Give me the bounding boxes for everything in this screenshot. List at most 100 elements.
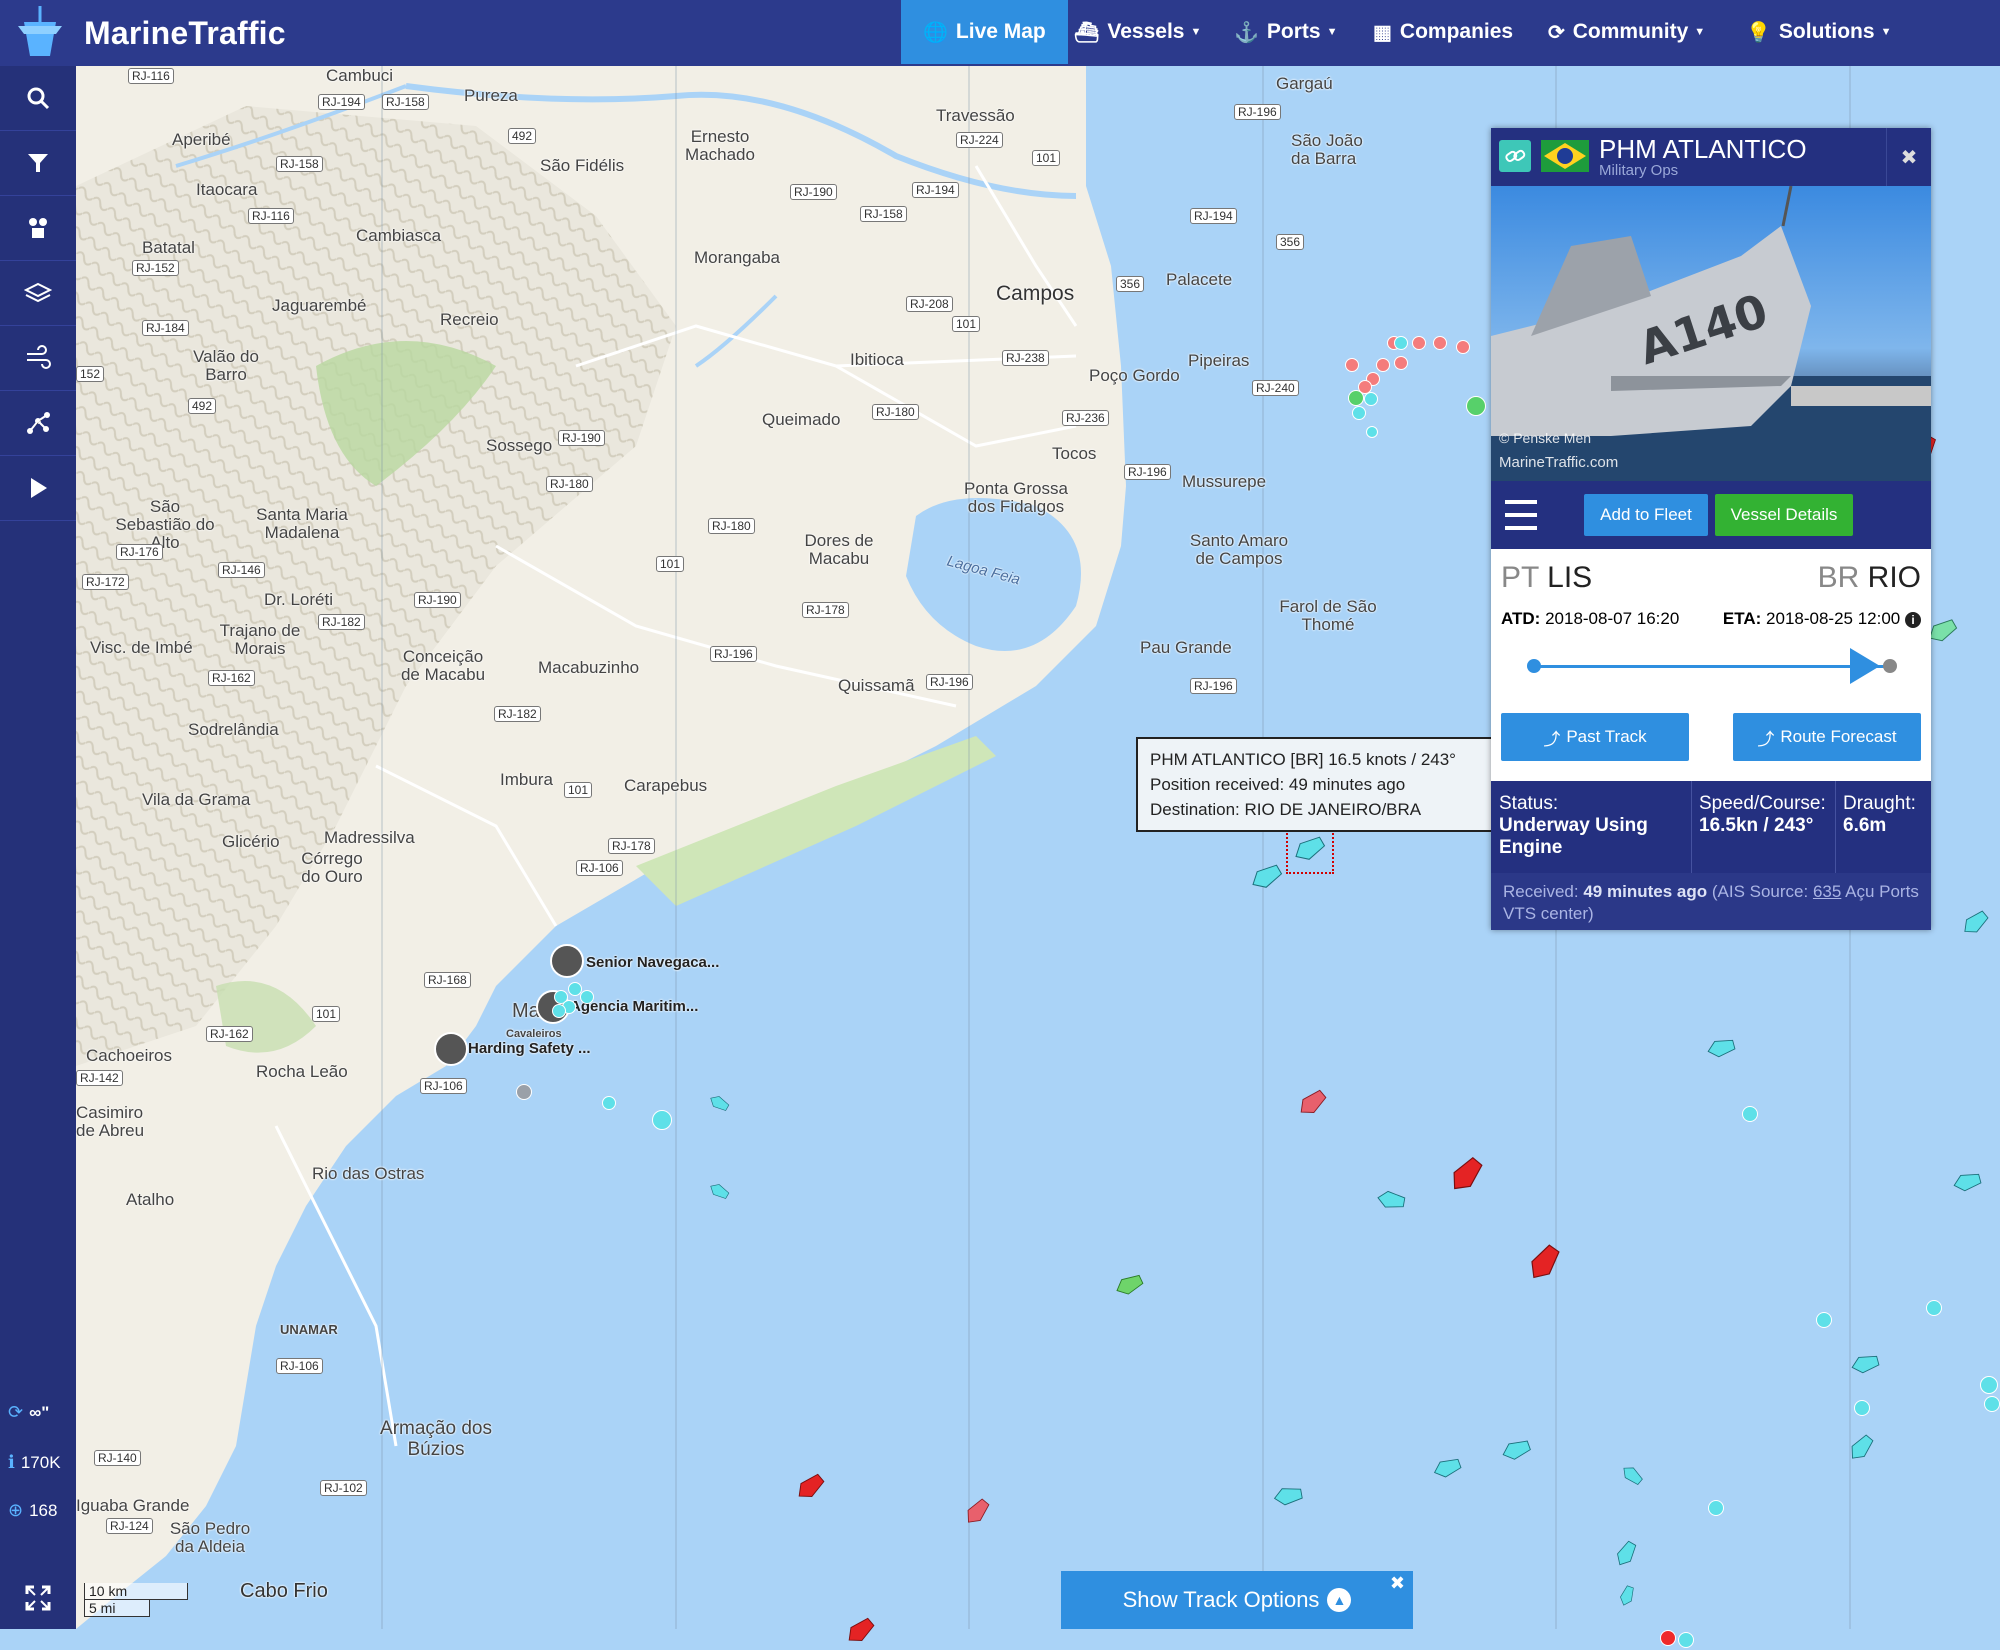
- refresh-label: ∞": [29, 1402, 50, 1422]
- logo[interactable]: MarineTraffic: [10, 4, 286, 62]
- vessel-dot[interactable]: [652, 1110, 672, 1130]
- playback-button[interactable]: [0, 456, 76, 521]
- search-icon: [27, 87, 50, 110]
- road-shield: 101: [564, 782, 593, 798]
- vessel-dot[interactable]: [1816, 1312, 1832, 1328]
- vessel-dot[interactable]: [1678, 1632, 1694, 1648]
- place-label: Conceição de Macabu: [400, 647, 486, 684]
- vessel-dot[interactable]: [1364, 392, 1378, 406]
- vessel-photo[interactable]: A140 © Penske Men MarineTraffic.com: [1491, 186, 1931, 481]
- vessel-dot[interactable]: [1394, 356, 1408, 370]
- vessel-dot[interactable]: [1854, 1400, 1870, 1416]
- fleets-button[interactable]: [0, 196, 76, 261]
- place-label: Batatal: [142, 238, 195, 257]
- place-label: Tocos: [1052, 444, 1097, 463]
- vessel-dot[interactable]: [552, 1004, 566, 1018]
- close-panel-button[interactable]: ✖: [1886, 128, 1931, 186]
- nav-companies[interactable]: ▦ Companies: [1373, 0, 1513, 64]
- road-shield: RJ-180: [872, 404, 919, 420]
- close-track-options-button[interactable]: ✖: [1390, 1573, 1405, 1594]
- vessel-dot[interactable]: [1742, 1106, 1758, 1122]
- menu-button[interactable]: [1505, 495, 1537, 535]
- draught-value: 6.6m: [1843, 815, 1887, 836]
- voyage-position-icon: [1850, 648, 1881, 684]
- eta-label: ETA:: [1722, 609, 1762, 628]
- road-shield: RJ-190: [414, 592, 461, 608]
- forecast-icon: ⤴: [1757, 729, 1775, 749]
- vessel-dot[interactable]: [1366, 426, 1378, 438]
- nav-vessels-label: Vessels: [1107, 20, 1185, 43]
- caret-down-icon: ▼: [1694, 26, 1706, 38]
- road-shield: RJ-182: [318, 614, 365, 630]
- place-label: Cambiasca: [356, 226, 442, 245]
- vessel-dot[interactable]: [1345, 358, 1359, 372]
- speed-value: 16.5kn / 243°: [1699, 815, 1814, 836]
- road-shield: 101: [312, 1006, 341, 1022]
- ais-prefix: (AIS Source:: [1711, 882, 1809, 901]
- road-shield: RJ-106: [576, 860, 623, 876]
- nav-ports[interactable]: ⚓ Ports ▼: [1234, 0, 1337, 64]
- ship-icon: ⛴: [1074, 21, 1100, 44]
- place-label: Ibitioca: [850, 350, 904, 369]
- vessel-dot[interactable]: [1456, 340, 1470, 354]
- map-scale: 10 km 5 mi: [84, 1583, 188, 1617]
- add-to-fleet-button[interactable]: Add to Fleet: [1584, 494, 1708, 536]
- show-track-options-button[interactable]: Show Track Options ▲ ✖: [1061, 1571, 1413, 1629]
- divider: [1835, 781, 1836, 873]
- link-icon: [1505, 149, 1526, 162]
- port-label[interactable]: Senior Navegaca...: [586, 954, 719, 971]
- vessel-dot[interactable]: [1984, 1396, 2000, 1412]
- vessel-dot[interactable]: [1352, 406, 1366, 420]
- ais-source-link[interactable]: 635: [1813, 882, 1841, 901]
- search-button[interactable]: [0, 66, 76, 131]
- caret-down-icon: ▼: [1190, 26, 1202, 38]
- place-label: Santa Maria Madalena: [256, 505, 348, 542]
- place-label: Armação dos Búzios: [380, 1418, 492, 1460]
- nav-community[interactable]: ⟳ Community ▼: [1548, 0, 1705, 64]
- vessel-dot[interactable]: [1394, 336, 1408, 350]
- past-track-button[interactable]: ⤴ Past Track: [1501, 713, 1689, 761]
- vessel-hover-tooltip: PHM ATLANTICO [BR] 16.5 knots / 243° Pos…: [1136, 737, 1506, 832]
- nav-vessels[interactable]: ⛴ Vessels ▼: [1074, 0, 1201, 64]
- refresh-interval[interactable]: ⟳ ∞": [8, 1402, 49, 1423]
- port-label[interactable]: Harding Safety ...: [468, 1040, 591, 1057]
- place-label: Ernesto Machado: [685, 127, 755, 164]
- place-label: Iguaba Grande: [76, 1496, 190, 1515]
- voyage-progress-bar: [1527, 648, 1897, 684]
- route-forecast-button[interactable]: ⤴ Route Forecast: [1733, 713, 1921, 761]
- status-label: Status:: [1499, 793, 1559, 814]
- filter-button[interactable]: [0, 131, 76, 196]
- weather-button[interactable]: [0, 326, 76, 391]
- info-icon[interactable]: i: [1905, 612, 1921, 628]
- nav-live-map[interactable]: 🌐 Live Map: [901, 0, 1068, 64]
- vessel-details-button[interactable]: Vessel Details: [1715, 494, 1853, 536]
- measure-button[interactable]: [0, 391, 76, 456]
- layers-button[interactable]: [0, 261, 76, 326]
- vessel-dot[interactable]: [1348, 390, 1364, 406]
- vessel-dot[interactable]: [1466, 396, 1486, 416]
- road-shield: RJ-196: [1234, 104, 1281, 120]
- vessel-dot[interactable]: [1412, 336, 1426, 350]
- vessel-dot[interactable]: [1708, 1500, 1724, 1516]
- vessel-name: PHM ATLANTICO: [1599, 134, 1807, 164]
- place-label: Gargaú: [1276, 74, 1333, 93]
- place-label: Córrego do Ouro: [301, 849, 363, 886]
- ship-logo-icon: [18, 6, 62, 56]
- vessel-dot[interactable]: [1980, 1376, 1998, 1394]
- vessel-dot[interactable]: [1376, 358, 1390, 372]
- vessel-dot[interactable]: [1433, 336, 1447, 350]
- port-marker[interactable]: [434, 1032, 468, 1066]
- vessel-dot[interactable]: [1660, 1630, 1676, 1646]
- road-shield: RJ-236: [1062, 410, 1109, 426]
- nav-solutions[interactable]: 💡 Solutions ▼: [1746, 0, 1891, 64]
- vessel-dot[interactable]: [580, 990, 594, 1004]
- fullscreen-button[interactable]: [0, 1566, 76, 1630]
- port-marker[interactable]: [550, 944, 584, 978]
- road-shield: RJ-172: [82, 574, 129, 590]
- vessel-dot[interactable]: [602, 1096, 616, 1110]
- vessel-dot[interactable]: [516, 1084, 532, 1100]
- tracked-count-value: 168: [29, 1500, 58, 1520]
- link-button[interactable]: [1499, 140, 1531, 172]
- eta-value: 2018-08-25 12:00: [1766, 609, 1901, 628]
- vessel-dot[interactable]: [1926, 1300, 1942, 1316]
